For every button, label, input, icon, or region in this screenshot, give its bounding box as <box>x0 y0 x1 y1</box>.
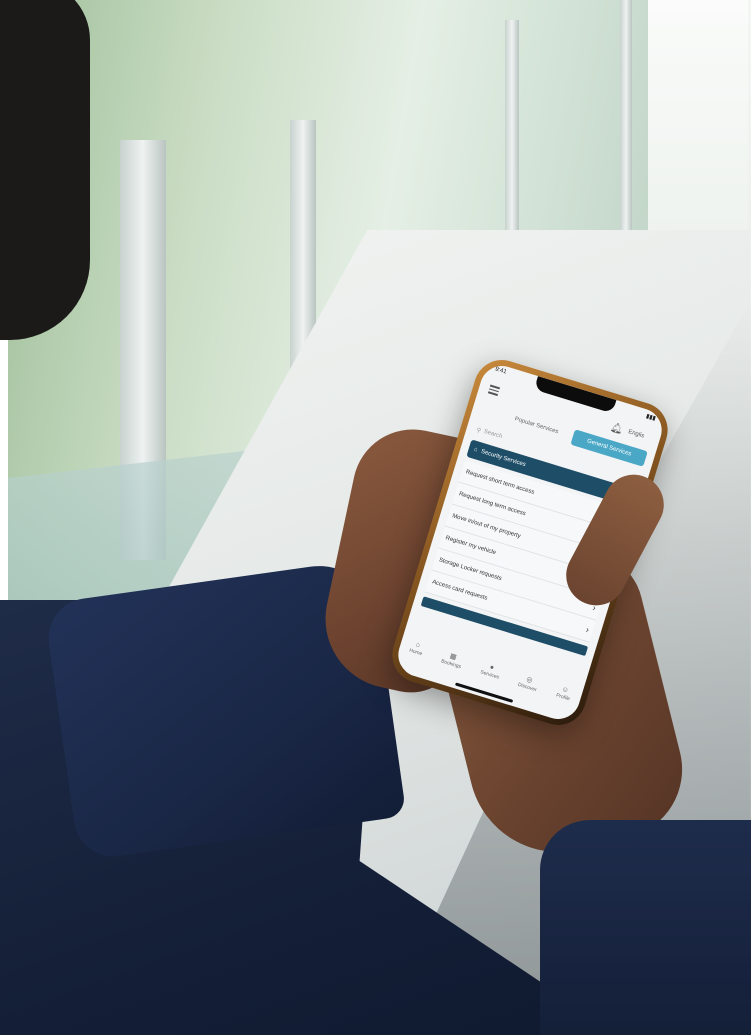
nav-profile[interactable]: ☺ Profile <box>552 685 573 712</box>
nav-services[interactable]: ● Services <box>477 662 502 691</box>
shield-icon: ⌂ <box>472 446 479 454</box>
section-title: Security Services <box>480 448 527 469</box>
search-icon: ⚲ <box>475 427 482 435</box>
person-head <box>0 0 90 340</box>
compass-icon: ◎ <box>525 676 534 685</box>
language-selector[interactable]: Englis <box>627 429 644 440</box>
signal-icon: ▮▮▮ <box>645 413 657 423</box>
photo-scene: 9:41 ▮▮▮ 🔔︎ Englis Popular Services Gene… <box>0 0 751 1035</box>
search-placeholder: Search <box>482 428 503 441</box>
menu-icon[interactable] <box>487 384 501 396</box>
nav-label: Discover <box>517 681 538 694</box>
chevron-right-icon: › <box>584 624 591 635</box>
bell-icon[interactable]: 🔔︎ <box>609 422 624 436</box>
nav-label: Home <box>408 647 423 658</box>
nav-discover[interactable]: ◎ Discover <box>514 673 540 702</box>
services-icon: ● <box>488 663 495 672</box>
status-time: 9:41 <box>494 366 508 376</box>
nav-label: Services <box>479 669 500 681</box>
nav-bookings[interactable]: ▦ Bookings <box>438 650 465 679</box>
nav-label: Profile <box>555 692 571 703</box>
nav-home[interactable]: ⌂ Home <box>405 640 425 667</box>
nav-label: Bookings <box>440 658 462 671</box>
window-post <box>620 0 632 230</box>
home-icon: ⌂ <box>414 641 421 650</box>
right-sleeve <box>540 820 751 1035</box>
